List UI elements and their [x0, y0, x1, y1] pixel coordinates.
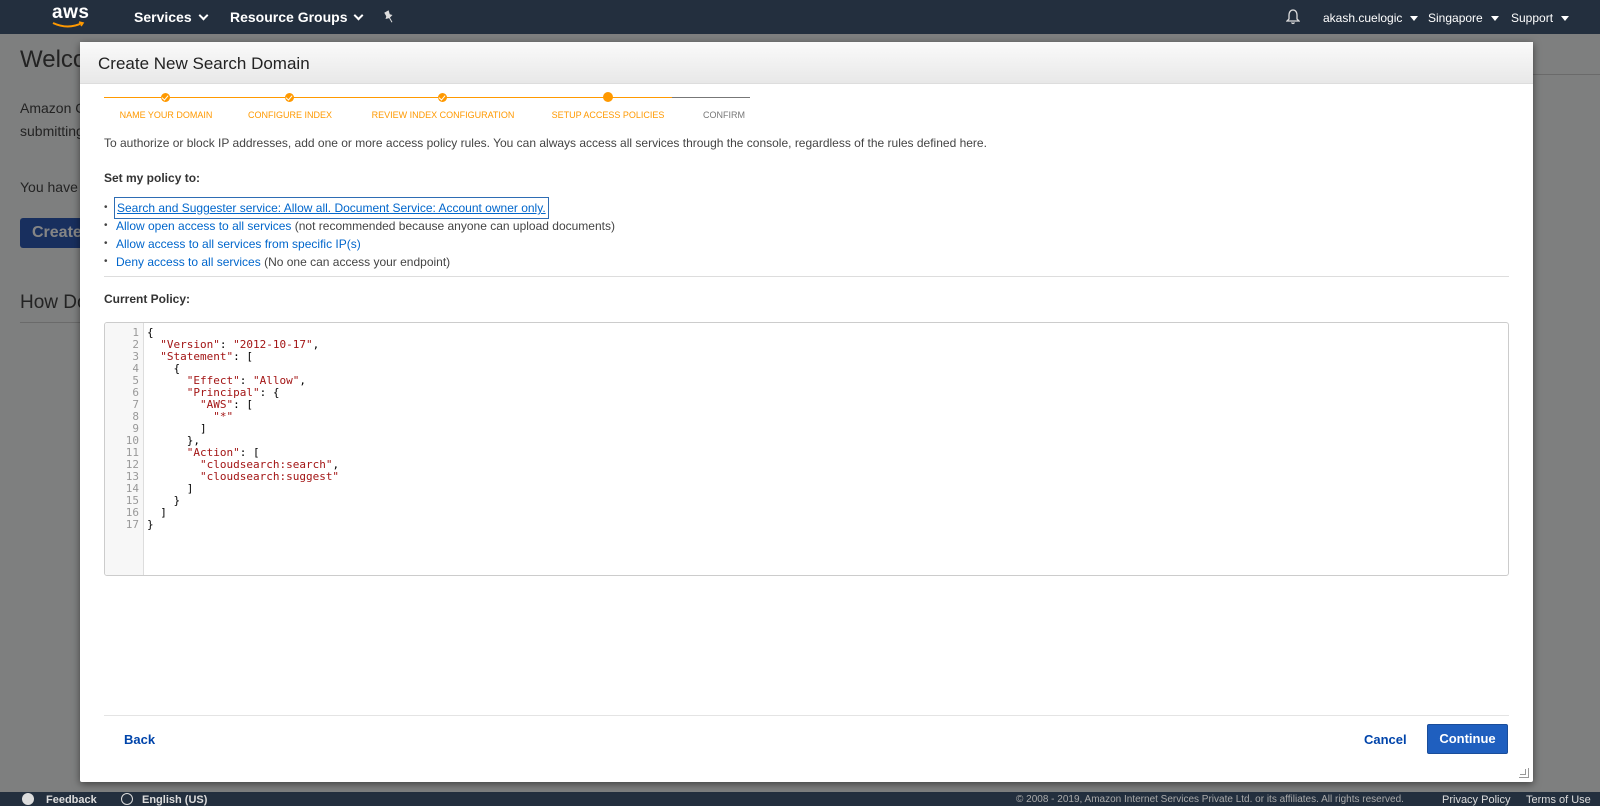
policy-open-access-link[interactable]: Allow open access to all services: [116, 217, 291, 235]
top-nav: aws Services Resource Groups akash.cuelo…: [0, 0, 1600, 34]
pin-icon: [384, 10, 393, 23]
support-label: Support: [1511, 11, 1554, 25]
policy-option: • Deny access to all services (No one ca…: [104, 253, 615, 271]
footer: Feedback English (US) © 2008 - 2019, Ama…: [0, 792, 1600, 806]
policy-option: • Search and Suggester service: Allow al…: [104, 197, 615, 219]
services-label: Services: [134, 9, 192, 25]
line-number-gutter: 1 2 3 4 5 6 7 8 9 10 11 12 13 14 15 16 1…: [105, 323, 144, 575]
pin-button[interactable]: [383, 10, 395, 24]
create-domain-modal: Create New Search Domain NAME YOUR DOMAI…: [80, 42, 1533, 782]
policy-option: • Allow access to all services from spec…: [104, 235, 615, 253]
modal-title: Create New Search Domain: [98, 54, 310, 73]
aws-logo[interactable]: aws: [52, 2, 90, 29]
step-1-check-icon: [161, 93, 170, 102]
resize-handle[interactable]: [1519, 768, 1529, 778]
policy-note: (No one can access your endpoint): [260, 255, 451, 269]
policy-deny-all-link[interactable]: Deny access to all services: [116, 253, 261, 271]
policy-search-suggest-allow-all-link[interactable]: Search and Suggester service: Allow all.…: [114, 197, 549, 219]
bullet: •: [104, 238, 108, 249]
line-number: 17: [125, 518, 139, 531]
step-4-current-dot: [603, 92, 613, 102]
chevron-down-icon: [198, 10, 209, 20]
code-line: ]: [147, 506, 167, 519]
modal-header: Create New Search Domain: [80, 42, 1533, 84]
step-3-label[interactable]: REVIEW INDEX CONFIGURATION: [372, 110, 515, 120]
code-line: }: [147, 494, 181, 507]
current-policy-heading: Current Policy:: [104, 292, 191, 306]
step-1-label[interactable]: NAME YOUR DOMAIN: [120, 110, 213, 120]
code-line: }: [147, 518, 154, 531]
bullet: •: [104, 256, 108, 267]
step-2-check-icon: [285, 93, 294, 102]
back-button[interactable]: Back: [124, 732, 155, 747]
policy-json-editor[interactable]: 1 2 3 4 5 6 7 8 9 10 11 12 13 14 15 16 1…: [104, 322, 1509, 576]
bell-icon: [1286, 9, 1300, 25]
policy-json-code: { "Version": "2012-10-17", "Statement": …: [147, 327, 339, 531]
caret-down-icon: [1490, 15, 1499, 21]
policy-note: (not recommended because anyone can uplo…: [291, 219, 615, 233]
feedback-icon: [22, 793, 34, 805]
access-policy-intro: To authorize or block IP addresses, add …: [104, 136, 987, 150]
services-menu[interactable]: Services: [134, 9, 209, 25]
wizard-stepper: NAME YOUR DOMAIN CONFIGURE INDEX REVIEW …: [104, 90, 764, 120]
step-2-label[interactable]: CONFIGURE INDEX: [248, 110, 332, 120]
copyright-text: © 2008 - 2019, Amazon Internet Services …: [1016, 794, 1404, 805]
set-policy-heading: Set my policy to:: [104, 171, 201, 185]
chevron-down-icon: [354, 10, 364, 20]
account-name: akash.cuelogic: [1323, 11, 1403, 25]
privacy-policy-link[interactable]: Privacy Policy: [1442, 794, 1510, 806]
policy-option: • Allow open access to all services (not…: [104, 217, 615, 235]
policy-specific-ip-link[interactable]: Allow access to all services from specif…: [116, 235, 361, 253]
terms-of-use-link[interactable]: Terms of Use: [1526, 794, 1591, 806]
globe-icon: [121, 793, 133, 805]
step-4-label: SETUP ACCESS POLICIES: [551, 110, 665, 120]
cancel-button[interactable]: Cancel: [1364, 732, 1407, 747]
feedback-link[interactable]: Feedback: [46, 794, 97, 806]
notifications-button[interactable]: [1286, 9, 1300, 25]
bullet: •: [104, 202, 108, 213]
bullet: •: [104, 220, 108, 231]
resource-groups-label: Resource Groups: [230, 9, 348, 25]
region-name: Singapore: [1428, 11, 1483, 25]
step-pending-line: [672, 97, 750, 98]
step-3-check-icon: [438, 93, 447, 102]
aws-logo-text: aws: [52, 2, 90, 23]
language-selector[interactable]: English (US): [142, 794, 207, 806]
account-menu[interactable]: akash.cuelogic: [1323, 11, 1419, 25]
step-progress-line: [104, 97, 672, 98]
caret-down-icon: [1410, 15, 1419, 21]
footer-divider: [104, 715, 1509, 716]
support-menu[interactable]: Support: [1511, 11, 1570, 25]
section-divider: [104, 276, 1509, 277]
caret-down-icon: [1561, 15, 1570, 21]
step-5-label: CONFIRM: [703, 110, 745, 120]
resource-groups-menu[interactable]: Resource Groups: [230, 9, 364, 25]
policy-options: • Search and Suggester service: Allow al…: [104, 197, 615, 271]
region-menu[interactable]: Singapore: [1428, 11, 1499, 25]
continue-button[interactable]: Continue: [1427, 724, 1508, 754]
